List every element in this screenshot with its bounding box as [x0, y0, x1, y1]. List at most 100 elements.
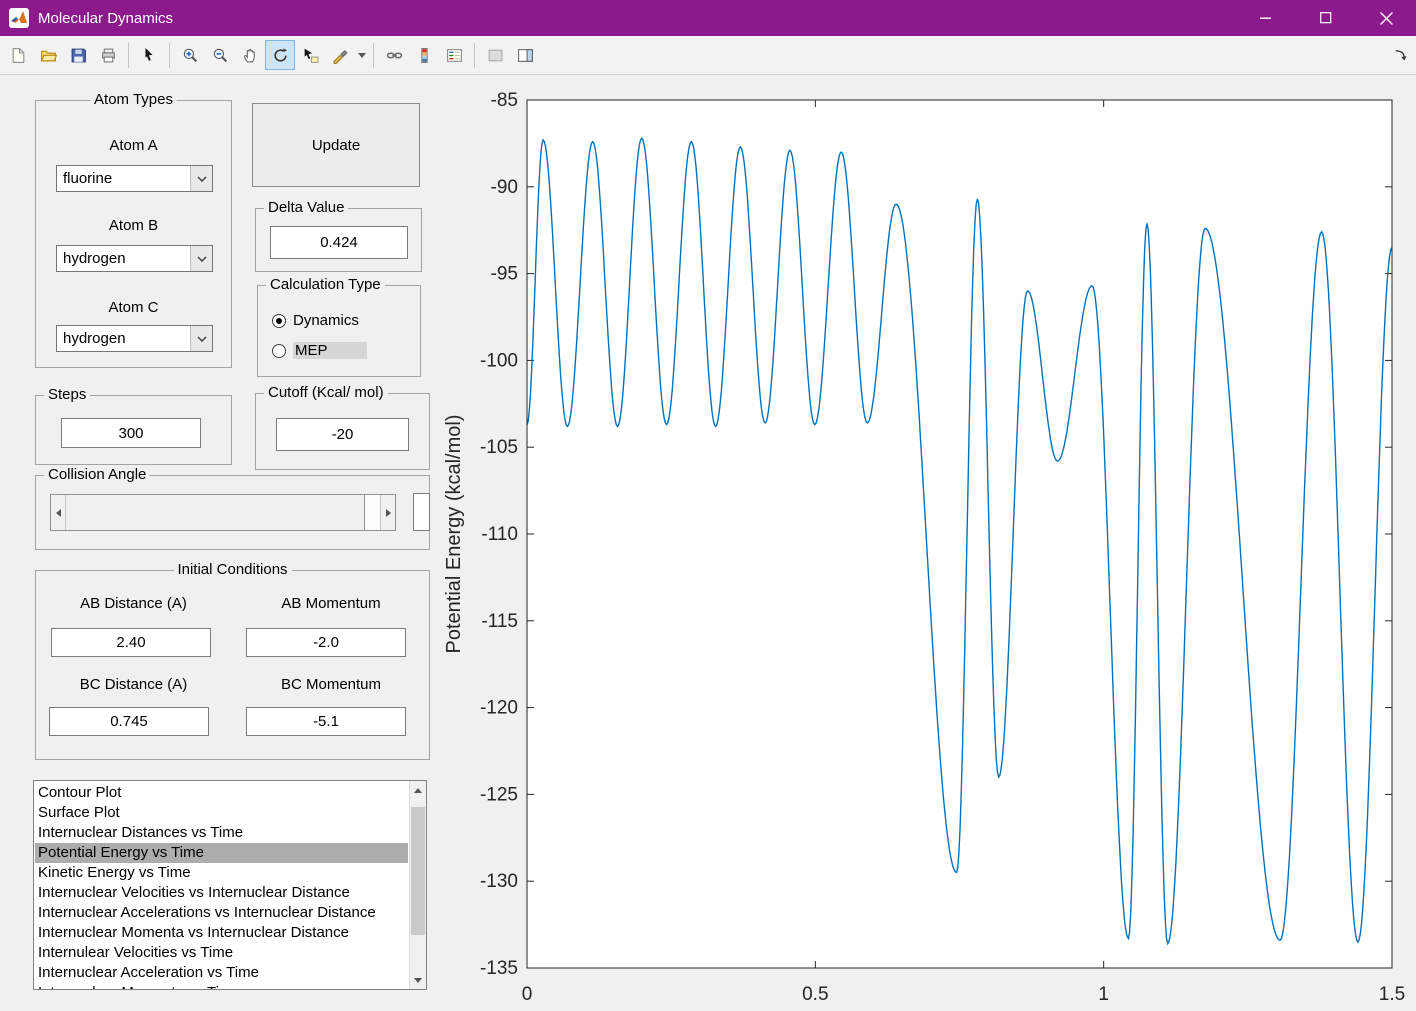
list-item[interactable]: Internuclear Distances vs Time [35, 823, 408, 843]
minimize-button[interactable] [1236, 0, 1296, 36]
potential-energy-plot[interactable]: -135-130-125-120-115-110-105-100-95-90-8… [440, 75, 1416, 1011]
open-file-button[interactable] [33, 40, 63, 70]
insert-colorbar-button[interactable] [409, 40, 439, 70]
list-item[interactable]: Internulear Velocities vs Time [35, 943, 408, 963]
list-item[interactable]: Potential Energy vs Time [35, 843, 408, 863]
update-button[interactable]: Update [252, 103, 420, 187]
radio-mep[interactable]: MEP [272, 342, 367, 359]
chevron-down-icon [190, 326, 212, 351]
scroll-down-button[interactable] [410, 971, 426, 989]
steps-panel: Steps [35, 395, 232, 465]
atom-a-dropdown[interactable]: fluorine [56, 165, 213, 192]
zoom-out-button[interactable] [205, 40, 235, 70]
arrow-left-icon [56, 509, 61, 517]
scrollbar-thumb[interactable] [411, 807, 425, 935]
radio-selected-icon [272, 314, 286, 328]
bc-distance-field[interactable] [49, 707, 209, 736]
y-tick-label: -105 [480, 437, 518, 458]
window-controls [1236, 0, 1416, 36]
list-item[interactable]: Internuclear Velocities vs Internuclear … [35, 883, 408, 903]
steps-field[interactable] [61, 418, 201, 448]
list-item[interactable]: Internuclear Momenta vs Time [35, 983, 408, 989]
pan-hand-icon [242, 47, 259, 64]
hide-plot-tools-icon [487, 47, 504, 64]
dock-figure-button[interactable] [1389, 44, 1411, 66]
edit-plot-button[interactable] [134, 40, 164, 70]
x-tick-label: 0 [522, 984, 533, 1005]
hide-plot-tools-button[interactable] [480, 40, 510, 70]
insert-legend-button[interactable] [439, 40, 469, 70]
link-plot-button[interactable] [379, 40, 409, 70]
list-item[interactable]: Internuclear Acceleration vs Time [35, 963, 408, 983]
dock-figure-icon [1393, 48, 1408, 63]
slider-track[interactable] [66, 495, 380, 530]
pan-button[interactable] [235, 40, 265, 70]
ab-momentum-label: AB Momentum [236, 595, 426, 612]
atom-types-panel: Atom Types Atom A fluorine Atom B hydrog… [35, 100, 232, 368]
new-figure-button[interactable] [3, 40, 33, 70]
cutoff-panel: Cutoff (Kcal/ mol) [255, 393, 430, 470]
maximize-icon [1321, 13, 1331, 23]
chevron-down-icon [358, 53, 366, 58]
collision-angle-slider[interactable] [50, 494, 396, 531]
rotate-3d-icon [272, 47, 289, 64]
ab-momentum-field[interactable] [246, 628, 406, 657]
save-figure-button[interactable] [63, 40, 93, 70]
brush-icon [332, 47, 349, 64]
rotate-3d-button[interactable] [265, 40, 295, 70]
colorbar-icon [416, 47, 433, 64]
radio-dynamics[interactable]: Dynamics [272, 312, 359, 329]
cutoff-field[interactable] [276, 418, 409, 451]
plot-type-listbox[interactable]: Contour PlotSurface PlotInternuclear Dis… [33, 780, 427, 990]
link-plot-icon [386, 47, 403, 64]
toolbar-separator [474, 43, 475, 68]
slider-right-button[interactable] [380, 495, 395, 530]
calculation-type-title: Calculation Type [266, 276, 385, 293]
x-tick-label: 1.5 [1379, 984, 1405, 1005]
maximize-button[interactable] [1296, 0, 1356, 36]
list-item[interactable]: Contour Plot [35, 783, 408, 803]
collision-angle-value-field[interactable] [413, 493, 430, 531]
collision-angle-title: Collision Angle [44, 466, 150, 483]
ab-distance-field[interactable] [51, 628, 211, 657]
atom-c-label: Atom C [36, 299, 231, 316]
slider-thumb[interactable] [66, 495, 365, 530]
brush-dropdown-button[interactable] [355, 40, 368, 70]
zoom-out-icon [212, 47, 229, 64]
y-tick-label: -135 [480, 958, 518, 979]
radio-unselected-icon [272, 344, 286, 358]
initial-conditions-title: Initial Conditions [173, 561, 291, 578]
initial-conditions-panel: Initial Conditions AB Distance (A) AB Mo… [35, 570, 430, 760]
scroll-up-button[interactable] [410, 781, 426, 799]
save-icon [70, 47, 87, 64]
atom-c-dropdown[interactable]: hydrogen [56, 325, 213, 352]
data-cursor-button[interactable] [295, 40, 325, 70]
matlab-app-icon [8, 7, 30, 29]
titlebar[interactable]: Molecular Dynamics [0, 0, 1416, 36]
zoom-in-button[interactable] [175, 40, 205, 70]
list-item[interactable]: Kinetic Energy vs Time [35, 863, 408, 883]
y-tick-label: -125 [480, 784, 518, 805]
y-tick-label: -100 [480, 350, 518, 371]
figure-toolbar [0, 36, 1416, 75]
calculation-type-panel: Calculation Type Dynamics MEP [257, 285, 421, 377]
ab-distance-label: AB Distance (A) [36, 595, 231, 612]
atom-b-dropdown[interactable]: hydrogen [56, 245, 213, 272]
show-plot-tools-button[interactable] [510, 40, 540, 70]
list-item[interactable]: Internuclear Accelerations vs Internucle… [35, 903, 408, 923]
collision-angle-panel: Collision Angle [35, 475, 430, 550]
brush-button[interactable] [325, 40, 355, 70]
print-figure-button[interactable] [93, 40, 123, 70]
atom-a-label: Atom A [36, 137, 231, 154]
new-figure-icon [10, 47, 27, 64]
delta-value-panel: Delta Value [255, 208, 422, 272]
bc-momentum-field[interactable] [246, 707, 406, 736]
y-tick-label: -120 [480, 698, 518, 719]
delta-value-field[interactable] [270, 226, 408, 259]
legend-icon [446, 47, 463, 64]
list-item[interactable]: Surface Plot [35, 803, 408, 823]
listbox-scrollbar[interactable] [409, 781, 426, 989]
close-button[interactable] [1356, 0, 1416, 36]
slider-left-button[interactable] [51, 495, 66, 530]
list-item[interactable]: Internuclear Momenta vs Internuclear Dis… [35, 923, 408, 943]
